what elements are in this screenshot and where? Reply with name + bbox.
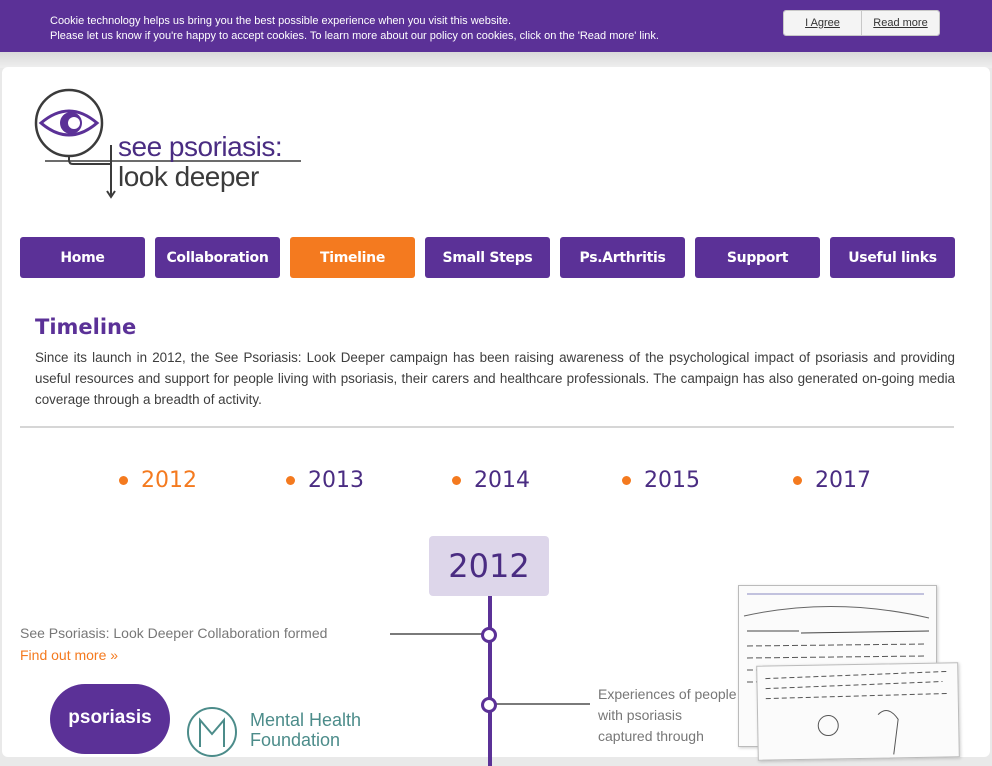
- nav-collaboration[interactable]: Collaboration: [155, 237, 280, 278]
- main-nav: Home Collaboration Timeline Small Steps …: [20, 237, 960, 278]
- bullet-icon: [793, 475, 802, 485]
- year-tabs: 2012 2013 2014 2015 2017: [2, 465, 990, 495]
- cookie-message: Cookie technology helps us bring you the…: [50, 14, 659, 44]
- bullet-icon: [119, 475, 128, 485]
- handwritten-letter-icon: [765, 670, 950, 755]
- mhf-line2: Foundation: [250, 730, 341, 750]
- year-tab-2014[interactable]: 2014: [452, 465, 530, 495]
- nav-home[interactable]: Home: [20, 237, 145, 278]
- year-tab-label: 2012: [141, 467, 197, 493]
- psoriasis-association-logo[interactable]: psoriasis: [50, 684, 170, 754]
- timeline-line: [488, 596, 492, 766]
- nav-support[interactable]: Support: [695, 237, 820, 278]
- year-tab-label: 2014: [474, 467, 530, 493]
- letter-image[interactable]: [756, 662, 960, 761]
- page-title: Timeline: [35, 315, 137, 339]
- bullet-icon: [622, 475, 631, 485]
- year-tab-2013[interactable]: 2013: [286, 465, 364, 495]
- intro-paragraph: Since its launch in 2012, the See Psoria…: [35, 350, 955, 407]
- mhf-emblem-icon: [187, 707, 237, 757]
- timeline-event-text: See Psoriasis: Look Deeper Collaboration…: [20, 625, 328, 641]
- year-tab-2015[interactable]: 2015: [622, 465, 700, 495]
- cookie-message-line2: Please let us know if you're happy to ac…: [50, 30, 659, 42]
- agree-button[interactable]: I Agree: [784, 11, 862, 35]
- read-more-button[interactable]: Read more: [862, 11, 939, 35]
- section-divider: [20, 426, 954, 428]
- year-tab-2017[interactable]: 2017: [793, 465, 871, 495]
- mental-health-foundation-logo[interactable]: Mental Health Foundation: [186, 702, 386, 762]
- logo-line1: see psoriasis:: [118, 131, 283, 162]
- cookie-buttons: I Agree Read more: [783, 10, 940, 36]
- timeline-event-text: Experiences of people with psoriasis cap…: [598, 686, 737, 744]
- year-tab-label: 2013: [308, 467, 364, 493]
- nav-ps-arthritis[interactable]: Ps.Arthritis: [560, 237, 685, 278]
- year-tab-label: 2017: [815, 467, 871, 493]
- bullet-icon: [286, 475, 295, 485]
- year-tab-label: 2015: [644, 467, 700, 493]
- year-tab-2012[interactable]: 2012: [119, 465, 197, 495]
- timeline-connector: [494, 703, 590, 705]
- cookie-message-line1: Cookie technology helps us bring you the…: [50, 15, 512, 27]
- logo-line2: look deeper: [118, 161, 259, 192]
- nav-useful-links[interactable]: Useful links: [830, 237, 955, 278]
- mhf-line1: Mental Health: [250, 710, 362, 730]
- main-container: see psoriasis: look deeper Home Collabor…: [2, 67, 990, 766]
- nav-small-steps[interactable]: Small Steps: [425, 237, 550, 278]
- nav-timeline[interactable]: Timeline: [290, 237, 415, 278]
- bullet-icon: [452, 475, 461, 485]
- timeline-year-heading: 2012: [429, 536, 549, 596]
- cookie-banner: Cookie technology helps us bring you the…: [0, 0, 992, 52]
- timeline-node: [481, 697, 497, 713]
- mhf-logo-text: Mental Health Foundation: [250, 710, 361, 750]
- timeline-connector: [390, 633, 486, 635]
- header-strip: [0, 52, 992, 68]
- timeline-node: [481, 627, 497, 643]
- find-out-more-link[interactable]: Find out more »: [20, 647, 118, 663]
- site-logo[interactable]: see psoriasis: look deeper: [33, 85, 313, 205]
